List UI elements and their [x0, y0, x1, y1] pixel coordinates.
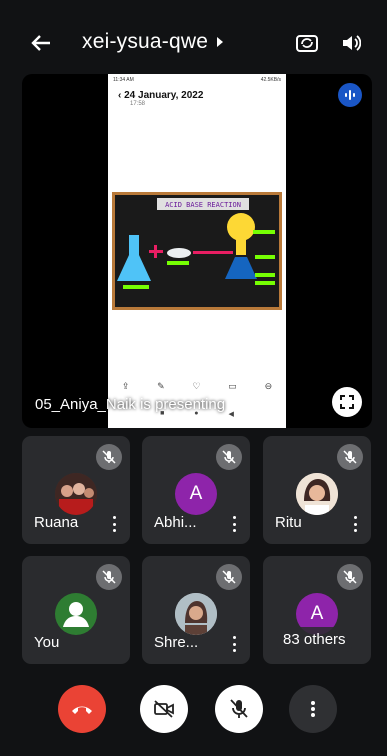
participant-name: Ruana — [34, 514, 79, 531]
call-controls — [0, 680, 387, 740]
shared-status-bar: 11:34 AM 42.5KB/s — [108, 74, 286, 86]
mic-off-icon — [337, 444, 363, 470]
avatar-initial: A — [175, 473, 217, 515]
avatar — [175, 593, 217, 635]
participant-name: Shre... — [154, 634, 199, 651]
heart-icon: ♡ — [192, 381, 201, 391]
poster-image: ACID BASE REACTION — [112, 192, 282, 310]
edit-icon: ✎ — [157, 381, 165, 391]
chevron-right-icon — [217, 37, 224, 47]
participant-more-icon[interactable] — [353, 516, 357, 532]
mic-off-icon — [230, 699, 248, 718]
participant-tile-shre[interactable]: Shre... — [142, 556, 250, 664]
more-options-icon — [311, 701, 315, 717]
meeting-title[interactable]: xei-ysua-qwe — [82, 30, 224, 54]
participant-tile-ruana[interactable]: Ruana — [22, 436, 130, 544]
participant-tile-others[interactable]: A 83 others — [263, 556, 371, 664]
default-avatar-icon — [55, 593, 97, 635]
shared-date: 24 January, 2022 — [124, 90, 204, 101]
camera-off-icon — [154, 700, 174, 718]
more-circle-icon: ⊖ — [264, 381, 273, 391]
participant-tile-abhi[interactable]: A Abhi... — [142, 436, 250, 544]
participant-more-icon[interactable] — [232, 516, 236, 532]
shared-status-time: 11:34 AM — [113, 77, 134, 83]
mic-off-icon — [216, 444, 242, 470]
top-bar: xei-ysua-qwe — [0, 0, 387, 74]
shared-date-title: ‹ 24 January, 2022 — [108, 86, 286, 101]
delete-icon: ▭ — [228, 381, 237, 391]
fullscreen-icon — [340, 395, 354, 409]
switch-camera-icon[interactable] — [292, 28, 322, 58]
mic-off-icon — [337, 564, 363, 590]
share-icon: ⇪ — [121, 381, 130, 391]
camera-toggle-button[interactable] — [140, 685, 188, 733]
avatar — [55, 473, 97, 515]
participant-name: Abhi... — [154, 514, 197, 531]
end-call-button[interactable] — [58, 685, 106, 733]
others-count: 83 others — [277, 627, 352, 652]
more-options-button[interactable] — [289, 685, 337, 733]
mic-toggle-button[interactable] — [215, 685, 263, 733]
speaker-icon[interactable] — [336, 28, 366, 58]
presentation-stage[interactable]: 11:34 AM 42.5KB/s ‹ 24 January, 2022 17:… — [22, 74, 372, 428]
mic-off-icon — [96, 564, 122, 590]
end-call-icon — [72, 706, 92, 714]
mic-off-icon — [216, 564, 242, 590]
back-nav-icon: ◀ — [228, 411, 234, 418]
poster-title: ACID BASE REACTION — [165, 201, 241, 209]
participant-tile-ritu[interactable]: Ritu — [263, 436, 371, 544]
participant-name: Ritu — [275, 514, 302, 531]
participant-tile-you[interactable]: You — [22, 556, 130, 664]
avatar — [296, 473, 338, 515]
audio-level-icon — [338, 83, 362, 107]
shared-status-speed: 42.5KB/s — [260, 77, 281, 83]
meeting-code: xei-ysua-qwe — [82, 30, 209, 53]
shared-screen: 11:34 AM 42.5KB/s ‹ 24 January, 2022 17:… — [108, 74, 286, 428]
shared-time: 17:58 — [130, 101, 146, 107]
presenting-label: 05_Aniya_Naik is presenting — [35, 396, 226, 413]
participant-more-icon[interactable] — [112, 516, 116, 532]
back-arrow-icon[interactable] — [26, 28, 56, 58]
participant-more-icon[interactable] — [232, 636, 236, 652]
fullscreen-button[interactable] — [332, 387, 362, 417]
participant-name: You — [34, 634, 60, 651]
shared-toolbar: ⇪ ✎ ♡ ▭ ⊖ — [108, 381, 286, 392]
mic-off-icon — [96, 444, 122, 470]
